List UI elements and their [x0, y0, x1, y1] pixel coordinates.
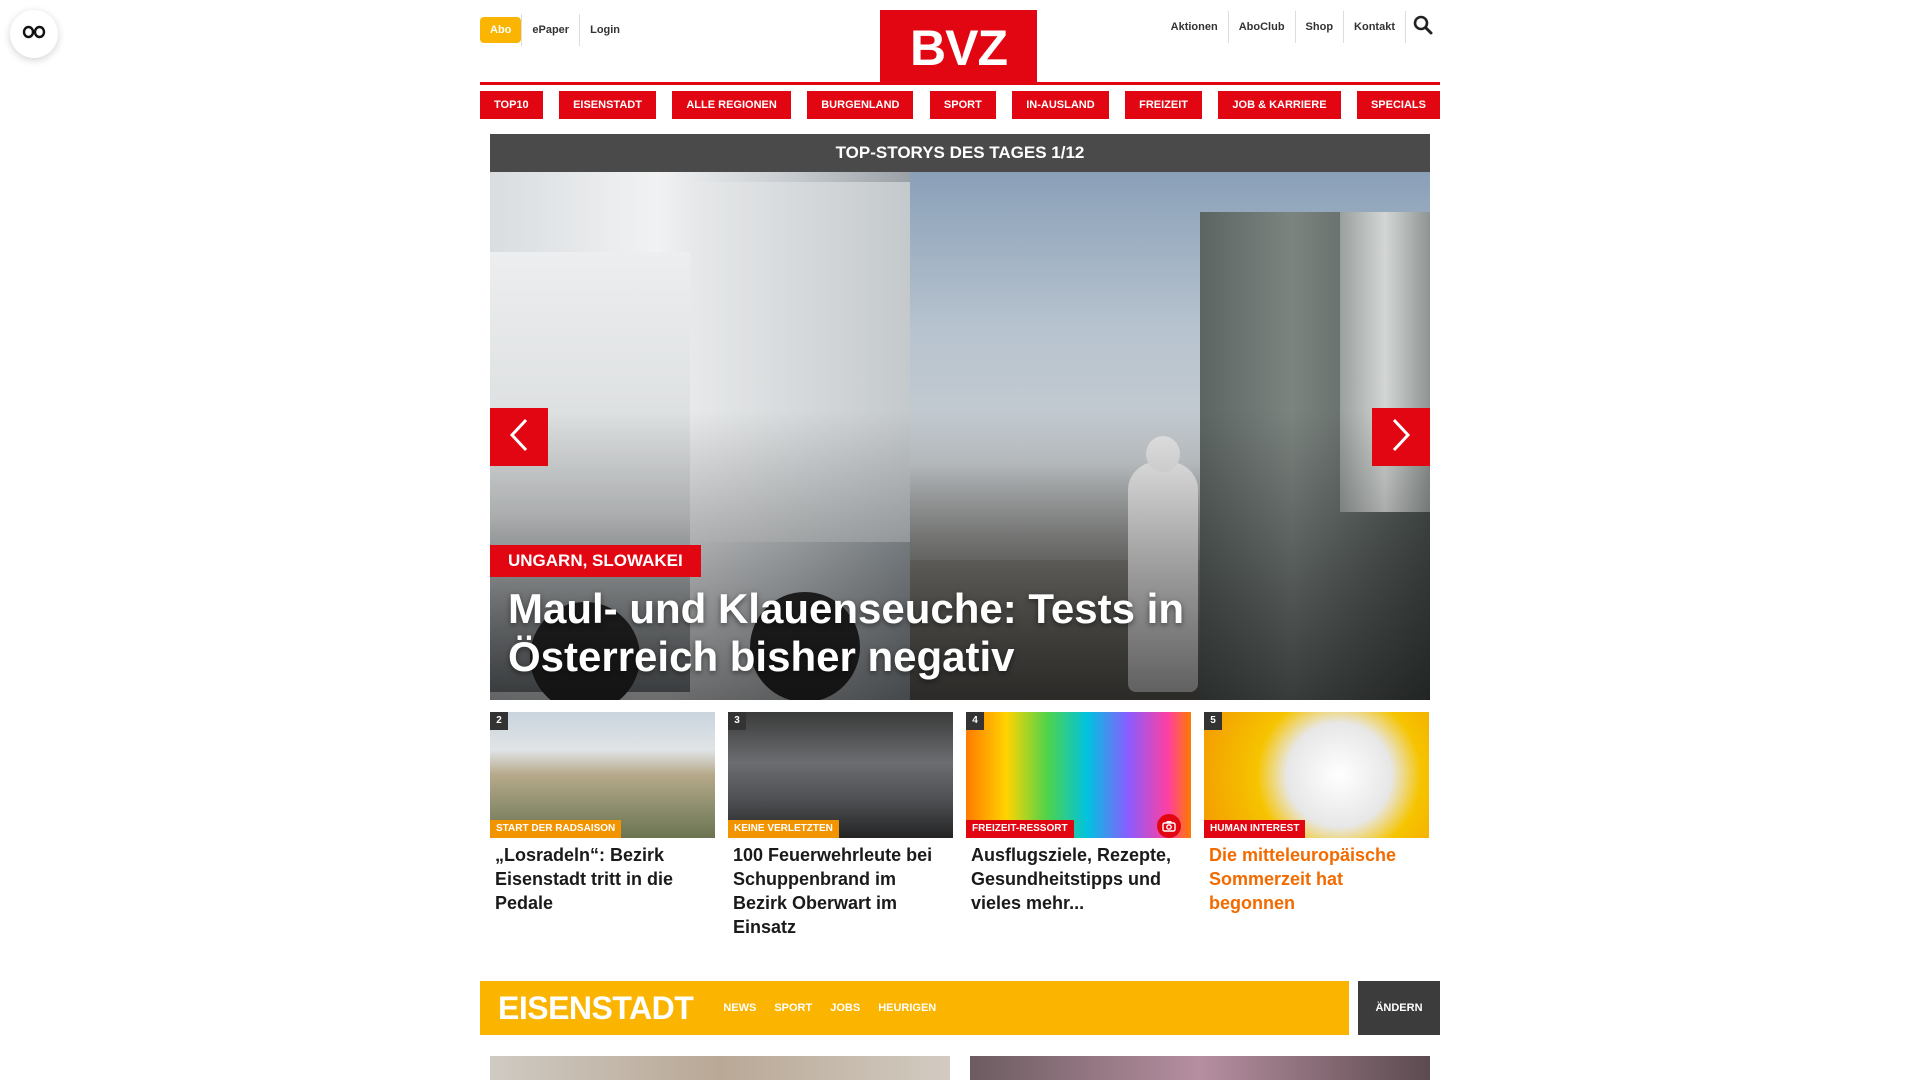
carousel-next-button[interactable]	[1372, 408, 1430, 466]
nav-item-specials[interactable]: SPECIALS	[1356, 91, 1440, 119]
story-number: 3	[728, 712, 746, 730]
chevron-right-icon	[1390, 417, 1412, 458]
story-card[interactable]: 5 HUMAN INTEREST Die mitteleuropäische S…	[1204, 712, 1429, 915]
nav-item-freizeit[interactable]: FREIZEIT	[1125, 91, 1202, 119]
kontakt-link[interactable]: Kontakt	[1344, 11, 1406, 43]
region-title[interactable]: EISENSTADT	[498, 990, 694, 1027]
article-thumbnail[interactable]	[970, 1056, 1430, 1080]
region-link-sport[interactable]: SPORT	[774, 1002, 812, 1014]
story-thumbnail: 2 START DER RADSAISON	[490, 712, 715, 838]
story-headline[interactable]: „Losradeln“: Bezirk Eisenstadt tritt in …	[490, 838, 715, 915]
header-divider	[480, 82, 1440, 85]
nav-item-burgenland[interactable]: BURGENLAND	[807, 91, 914, 119]
nav-item-in-ausland[interactable]: IN-AUSLAND	[1012, 91, 1109, 119]
story-tag: FREIZEIT-RESSORT	[966, 820, 1074, 838]
story-number: 2	[490, 712, 508, 730]
search-button[interactable]	[1406, 10, 1440, 44]
main-nav: TOP10 EISENSTADT ALLE REGIONEN BURGENLAN…	[480, 91, 1440, 119]
hero-tag: UNGARN, SLOWAKEI	[490, 545, 701, 577]
story-card[interactable]: 2 START DER RADSAISON „Losradeln“: Bezir…	[490, 712, 715, 915]
header-right: Aktionen AboClub Shop Kontakt	[1161, 10, 1440, 44]
camera-icon	[1157, 814, 1181, 838]
story-tag: START DER RADSAISON	[490, 820, 622, 838]
reader-mode-icon	[22, 24, 46, 45]
carousel-prev-button[interactable]	[490, 408, 548, 466]
story-thumbnail: 3 KEINE VERLETZTEN	[728, 712, 953, 838]
region-link-heurigen[interactable]: HEURIGEN	[878, 1002, 936, 1014]
story-tag: HUMAN INTEREST	[1204, 820, 1306, 838]
header-left: Abo ePaper Login	[480, 14, 630, 46]
story-card[interactable]: 3 KEINE VERLETZTEN 100 Feuerwehrleute be…	[728, 712, 953, 939]
shop-link[interactable]: Shop	[1296, 11, 1345, 43]
hero-title[interactable]: Maul- und Klauenseuche: Tests in Österre…	[508, 585, 1328, 681]
story-tag: KEINE VERLETZTEN	[728, 820, 839, 838]
page-container: Abo ePaper Login BVZ Aktionen AboClub Sh…	[480, 0, 1440, 1080]
abo-button[interactable]: Abo	[480, 17, 522, 43]
login-link[interactable]: Login	[579, 14, 630, 46]
change-region-button[interactable]: ÄNDERN	[1358, 981, 1440, 1035]
nav-item-top10[interactable]: TOP10	[480, 91, 543, 119]
reader-mode-button[interactable]	[10, 10, 58, 58]
region-link-jobs[interactable]: JOBS	[830, 1002, 860, 1014]
story-headline[interactable]: 100 Feuerwehrleute bei Schuppenbrand im …	[728, 838, 953, 939]
story-headline[interactable]: Die mitteleuropäische Sommerzeit hat beg…	[1204, 838, 1429, 915]
chevron-left-icon	[508, 417, 530, 458]
aboclub-link[interactable]: AboClub	[1229, 11, 1296, 43]
story-card[interactable]: 4 FREIZEIT-RESSORT Ausflugsziele, Rezept…	[966, 712, 1191, 915]
top-stories-header: TOP-STORYS DES TAGES 1/12	[490, 134, 1430, 172]
nav-item-sport[interactable]: SPORT	[929, 91, 996, 119]
aktionen-link[interactable]: Aktionen	[1161, 11, 1229, 43]
bvz-logo[interactable]: BVZ	[880, 10, 1037, 82]
search-icon	[1413, 15, 1433, 40]
article-thumbnail[interactable]	[490, 1056, 950, 1080]
story-thumbnail: 5 HUMAN INTEREST	[1204, 712, 1429, 838]
story-thumbnail: 4 FREIZEIT-RESSORT	[966, 712, 1191, 838]
story-headline[interactable]: Ausflugsziele, Rezepte, Gesundheitstipps…	[966, 838, 1191, 915]
region-bar: EISENSTADT NEWS SPORT JOBS HEURIGEN	[480, 981, 1349, 1035]
story-number: 4	[966, 712, 984, 730]
epaper-link[interactable]: ePaper	[521, 14, 579, 46]
nav-item-job-karriere[interactable]: JOB & KARRIERE	[1218, 91, 1341, 119]
region-link-news[interactable]: NEWS	[723, 1002, 756, 1014]
nav-item-eisenstadt[interactable]: EISENSTADT	[559, 91, 656, 119]
nav-item-alle-regionen[interactable]: ALLE REGIONEN	[672, 91, 791, 119]
story-number: 5	[1204, 712, 1222, 730]
